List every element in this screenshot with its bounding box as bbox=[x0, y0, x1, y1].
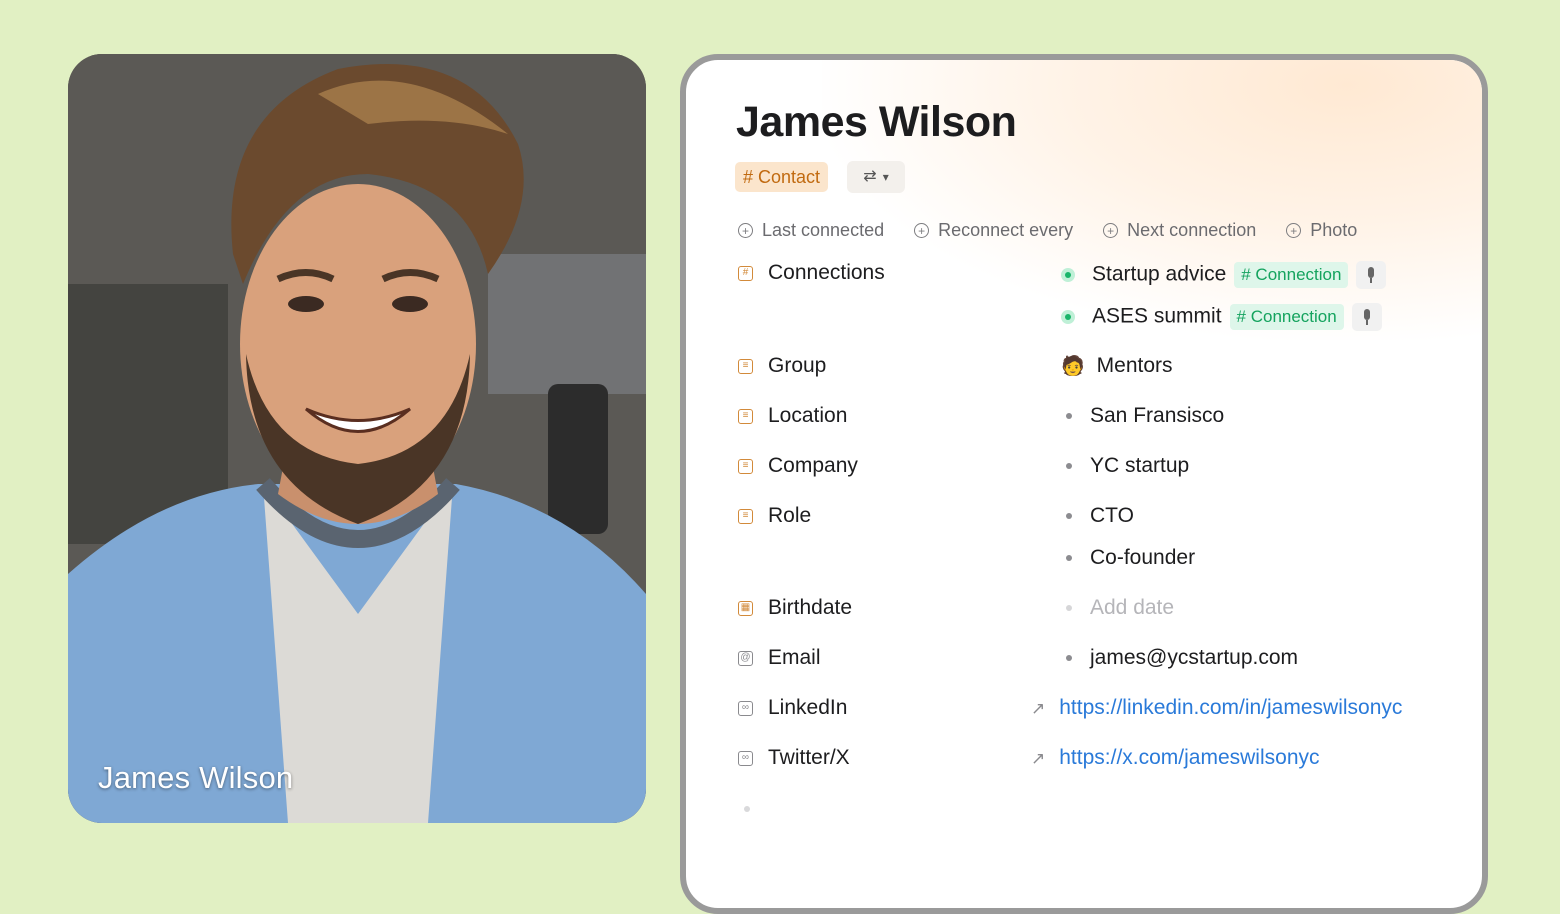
connection-tag[interactable]: # Connection bbox=[1234, 262, 1349, 288]
microphone-icon[interactable] bbox=[1351, 303, 1382, 331]
group-value[interactable]: 🧑 Mentors bbox=[1061, 354, 1173, 378]
twitter-value[interactable]: ↗ https://x.com/jameswilsonyc bbox=[1031, 746, 1320, 770]
plus-circle-icon: + bbox=[914, 223, 930, 238]
role-value-text: Co-founder bbox=[1090, 546, 1196, 569]
contact-profile-panel: James Wilson # Contact ⇄ ▾ + Last connect… bbox=[680, 54, 1488, 914]
add-date-placeholder: Add date bbox=[1090, 596, 1175, 619]
email-value-text: james@ycstartup.com bbox=[1090, 646, 1299, 669]
contact-tag[interactable]: # Contact bbox=[735, 162, 829, 192]
external-link-icon[interactable]: ↗ bbox=[1031, 749, 1045, 769]
hashtag-icon: # bbox=[738, 266, 753, 281]
add-next-connection-button[interactable]: + Next connection bbox=[1103, 220, 1256, 241]
plus-circle-icon: + bbox=[1103, 223, 1119, 238]
connection-title: Startup advice bbox=[1092, 262, 1227, 286]
plus-circle-icon: + bbox=[1286, 223, 1302, 238]
list-icon: ≡ bbox=[738, 459, 753, 474]
property-actions: + Last connected + Reconnect every + Nex… bbox=[738, 220, 1387, 241]
plus-circle-icon: + bbox=[738, 223, 753, 238]
mentor-emoji-icon: 🧑 bbox=[1061, 356, 1085, 377]
bullet-icon bbox=[1066, 413, 1072, 420]
connection-status-icon bbox=[1061, 268, 1075, 282]
link-icon: ∞ bbox=[738, 751, 753, 766]
email-label: Email bbox=[768, 646, 821, 669]
email-value[interactable]: james@ycstartup.com bbox=[1061, 646, 1298, 670]
company-label: Company bbox=[768, 454, 858, 477]
external-link-icon[interactable]: ↗ bbox=[1031, 699, 1045, 719]
connection-item[interactable]: Startup advice # Connection bbox=[1061, 261, 1387, 289]
add-last-connected-button[interactable]: + Last connected bbox=[738, 220, 884, 241]
swap-arrows-icon: ⇄ bbox=[863, 168, 877, 185]
action-label: Photo bbox=[1310, 220, 1358, 240]
connection-tag[interactable]: # Connection bbox=[1229, 304, 1344, 330]
switch-type-button[interactable]: ⇄ ▾ bbox=[847, 161, 905, 193]
connections-label: Connections bbox=[768, 261, 885, 284]
bullet-icon bbox=[1066, 513, 1072, 520]
connection-item[interactable]: ASES summit # Connection bbox=[1061, 303, 1382, 331]
page-title: James Wilson bbox=[736, 98, 1017, 146]
list-icon: ≡ bbox=[738, 509, 753, 524]
list-icon: ≡ bbox=[738, 409, 753, 424]
role-label: Role bbox=[768, 504, 812, 527]
list-icon: ≡ bbox=[738, 359, 753, 374]
at-sign-icon: @ bbox=[738, 651, 753, 666]
role-value[interactable]: CTO bbox=[1061, 504, 1134, 528]
group-value-text: Mentors bbox=[1096, 354, 1173, 377]
action-label: Next connection bbox=[1127, 220, 1257, 240]
bullet-icon bbox=[1066, 655, 1072, 662]
photo-caption: James Wilson bbox=[98, 760, 294, 795]
action-label: Reconnect every bbox=[938, 220, 1074, 240]
birthdate-add-date[interactable]: Add date bbox=[1061, 596, 1174, 620]
add-reconnect-every-button[interactable]: + Reconnect every bbox=[914, 220, 1073, 241]
bullet-icon bbox=[1066, 555, 1072, 562]
role-value-text: CTO bbox=[1090, 504, 1134, 527]
location-value-text: San Fransisco bbox=[1090, 404, 1225, 427]
bullet-icon bbox=[1066, 463, 1072, 470]
role-value[interactable]: Co-founder bbox=[1061, 546, 1195, 570]
group-label: Group bbox=[768, 354, 827, 377]
action-label: Last connected bbox=[762, 220, 885, 240]
calendar-icon: ▦ bbox=[738, 601, 753, 616]
header-gradient bbox=[822, 60, 1482, 340]
company-value[interactable]: YC startup bbox=[1061, 454, 1189, 478]
linkedin-label: LinkedIn bbox=[768, 696, 848, 719]
microphone-icon[interactable] bbox=[1356, 261, 1387, 289]
connection-status-icon bbox=[1061, 310, 1075, 324]
connection-title: ASES summit bbox=[1092, 304, 1222, 328]
add-photo-button[interactable]: + Photo bbox=[1286, 220, 1357, 241]
location-value[interactable]: San Fransisco bbox=[1061, 404, 1224, 428]
profile-photo: James Wilson bbox=[68, 54, 646, 823]
twitter-label: Twitter/X bbox=[768, 746, 850, 769]
bullet-icon bbox=[1066, 605, 1072, 612]
twitter-link[interactable]: https://x.com/jameswilsonyc bbox=[1059, 746, 1319, 769]
portrait-illustration bbox=[68, 54, 646, 823]
empty-block-bullet[interactable] bbox=[744, 806, 750, 812]
linkedin-value[interactable]: ↗ https://linkedin.com/in/jameswilsonyc bbox=[1031, 696, 1402, 720]
company-value-text: YC startup bbox=[1090, 454, 1190, 477]
location-label: Location bbox=[768, 404, 848, 427]
chevron-down-icon: ▾ bbox=[882, 170, 889, 184]
birthdate-label: Birthdate bbox=[768, 596, 853, 619]
linkedin-link[interactable]: https://linkedin.com/in/jameswilsonyc bbox=[1059, 696, 1402, 719]
link-icon: ∞ bbox=[738, 701, 753, 716]
